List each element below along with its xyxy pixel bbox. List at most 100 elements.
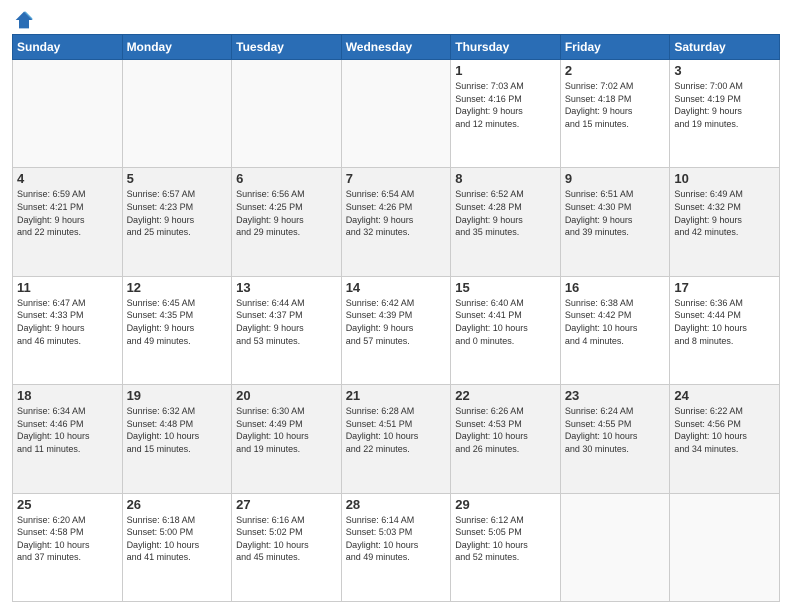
page: SundayMondayTuesdayWednesdayThursdayFrid… [0,0,792,612]
week-row-4: 25 Sunrise: 6:20 AM Sunset: 4:58 PM Dayli… [13,493,780,601]
calendar-cell: 8 Sunrise: 6:52 AM Sunset: 4:28 PM Daylig… [451,168,561,276]
calendar-cell: 11 Sunrise: 6:47 AM Sunset: 4:33 PM Dayli… [13,276,123,384]
day-info: Sunrise: 6:20 AM Sunset: 4:58 PM Dayligh… [17,514,118,564]
day-info: Sunrise: 6:22 AM Sunset: 4:56 PM Dayligh… [674,405,775,455]
day-info: Sunrise: 7:00 AM Sunset: 4:19 PM Dayligh… [674,80,775,130]
day-number: 8 [455,171,556,186]
header-row: SundayMondayTuesdayWednesdayThursdayFrid… [13,35,780,60]
header [12,10,780,26]
calendar-cell: 13 Sunrise: 6:44 AM Sunset: 4:37 PM Dayli… [232,276,342,384]
day-info: Sunrise: 6:28 AM Sunset: 4:51 PM Dayligh… [346,405,447,455]
day-info: Sunrise: 6:16 AM Sunset: 5:02 PM Dayligh… [236,514,337,564]
day-info: Sunrise: 6:32 AM Sunset: 4:48 PM Dayligh… [127,405,228,455]
day-number: 19 [127,388,228,403]
calendar-cell: 21 Sunrise: 6:28 AM Sunset: 4:51 PM Dayli… [341,385,451,493]
day-number: 12 [127,280,228,295]
day-info: Sunrise: 6:44 AM Sunset: 4:37 PM Dayligh… [236,297,337,347]
col-header-tuesday: Tuesday [232,35,342,60]
day-number: 16 [565,280,666,295]
day-info: Sunrise: 6:56 AM Sunset: 4:25 PM Dayligh… [236,188,337,238]
day-number: 10 [674,171,775,186]
calendar-cell: 25 Sunrise: 6:20 AM Sunset: 4:58 PM Dayli… [13,493,123,601]
day-info: Sunrise: 6:24 AM Sunset: 4:55 PM Dayligh… [565,405,666,455]
calendar-cell: 10 Sunrise: 6:49 AM Sunset: 4:32 PM Dayli… [670,168,780,276]
day-number: 7 [346,171,447,186]
day-number: 25 [17,497,118,512]
day-info: Sunrise: 6:34 AM Sunset: 4:46 PM Dayligh… [17,405,118,455]
day-info: Sunrise: 6:57 AM Sunset: 4:23 PM Dayligh… [127,188,228,238]
day-number: 5 [127,171,228,186]
calendar-cell: 12 Sunrise: 6:45 AM Sunset: 4:35 PM Dayli… [122,276,232,384]
day-info: Sunrise: 6:47 AM Sunset: 4:33 PM Dayligh… [17,297,118,347]
day-number: 22 [455,388,556,403]
calendar-cell: 2 Sunrise: 7:02 AM Sunset: 4:18 PM Daylig… [560,60,670,168]
calendar-cell: 3 Sunrise: 7:00 AM Sunset: 4:19 PM Daylig… [670,60,780,168]
calendar-cell: 16 Sunrise: 6:38 AM Sunset: 4:42 PM Dayli… [560,276,670,384]
day-number: 13 [236,280,337,295]
day-info: Sunrise: 6:12 AM Sunset: 5:05 PM Dayligh… [455,514,556,564]
col-header-thursday: Thursday [451,35,561,60]
day-number: 11 [17,280,118,295]
calendar-cell: 7Sunrise: 6:54 AM Sunset: 4:26 PM Daylig… [341,168,451,276]
week-row-3: 18 Sunrise: 6:34 AM Sunset: 4:46 PM Dayli… [13,385,780,493]
col-header-saturday: Saturday [670,35,780,60]
day-number: 24 [674,388,775,403]
calendar-cell [122,60,232,168]
calendar-cell [341,60,451,168]
col-header-sunday: Sunday [13,35,123,60]
week-row-1: 4 Sunrise: 6:59 AM Sunset: 4:21 PM Daylig… [13,168,780,276]
day-info: Sunrise: 7:03 AM Sunset: 4:16 PM Dayligh… [455,80,556,130]
day-info: Sunrise: 6:59 AM Sunset: 4:21 PM Dayligh… [17,188,118,238]
logo-icon [14,10,34,30]
calendar-cell: 23Sunrise: 6:24 AM Sunset: 4:55 PM Dayli… [560,385,670,493]
day-info: Sunrise: 6:26 AM Sunset: 4:53 PM Dayligh… [455,405,556,455]
day-info: Sunrise: 6:52 AM Sunset: 4:28 PM Dayligh… [455,188,556,238]
calendar-cell [670,493,780,601]
day-info: Sunrise: 6:30 AM Sunset: 4:49 PM Dayligh… [236,405,337,455]
day-number: 29 [455,497,556,512]
calendar-cell: 4 Sunrise: 6:59 AM Sunset: 4:21 PM Daylig… [13,168,123,276]
calendar-cell: 1 Sunrise: 7:03 AM Sunset: 4:16 PM Daylig… [451,60,561,168]
day-number: 17 [674,280,775,295]
day-number: 3 [674,63,775,78]
calendar-cell: 27 Sunrise: 6:16 AM Sunset: 5:02 PM Dayli… [232,493,342,601]
day-info: Sunrise: 6:18 AM Sunset: 5:00 PM Dayligh… [127,514,228,564]
calendar-cell: 29 Sunrise: 6:12 AM Sunset: 5:05 PM Dayli… [451,493,561,601]
day-number: 18 [17,388,118,403]
calendar-cell: 19 Sunrise: 6:32 AM Sunset: 4:48 PM Dayli… [122,385,232,493]
week-row-0: 1 Sunrise: 7:03 AM Sunset: 4:16 PM Daylig… [13,60,780,168]
calendar-cell: 6Sunrise: 6:56 AM Sunset: 4:25 PM Daylig… [232,168,342,276]
day-info: Sunrise: 6:40 AM Sunset: 4:41 PM Dayligh… [455,297,556,347]
day-info: Sunrise: 6:51 AM Sunset: 4:30 PM Dayligh… [565,188,666,238]
day-info: Sunrise: 7:02 AM Sunset: 4:18 PM Dayligh… [565,80,666,130]
calendar-cell: 18 Sunrise: 6:34 AM Sunset: 4:46 PM Dayli… [13,385,123,493]
day-info: Sunrise: 6:38 AM Sunset: 4:42 PM Dayligh… [565,297,666,347]
day-number: 4 [17,171,118,186]
logo [12,10,34,26]
calendar-cell [560,493,670,601]
calendar-cell: 5 Sunrise: 6:57 AM Sunset: 4:23 PM Daylig… [122,168,232,276]
calendar-cell [232,60,342,168]
col-header-monday: Monday [122,35,232,60]
day-number: 21 [346,388,447,403]
day-info: Sunrise: 6:49 AM Sunset: 4:32 PM Dayligh… [674,188,775,238]
calendar-cell: 9 Sunrise: 6:51 AM Sunset: 4:30 PM Daylig… [560,168,670,276]
day-number: 9 [565,171,666,186]
day-info: Sunrise: 6:36 AM Sunset: 4:44 PM Dayligh… [674,297,775,347]
calendar-cell: 28 Sunrise: 6:14 AM Sunset: 5:03 PM Dayli… [341,493,451,601]
calendar-cell: 20 Sunrise: 6:30 AM Sunset: 4:49 PM Dayli… [232,385,342,493]
calendar-cell [13,60,123,168]
day-number: 14 [346,280,447,295]
day-number: 1 [455,63,556,78]
day-info: Sunrise: 6:14 AM Sunset: 5:03 PM Dayligh… [346,514,447,564]
day-number: 20 [236,388,337,403]
col-header-wednesday: Wednesday [341,35,451,60]
calendar-cell: 22 Sunrise: 6:26 AM Sunset: 4:53 PM Dayli… [451,385,561,493]
day-number: 2 [565,63,666,78]
calendar-cell: 24 Sunrise: 6:22 AM Sunset: 4:56 PM Dayli… [670,385,780,493]
day-number: 27 [236,497,337,512]
calendar-cell: 14Sunrise: 6:42 AM Sunset: 4:39 PM Dayli… [341,276,451,384]
day-number: 28 [346,497,447,512]
calendar-cell: 15Sunrise: 6:40 AM Sunset: 4:41 PM Dayli… [451,276,561,384]
day-info: Sunrise: 6:45 AM Sunset: 4:35 PM Dayligh… [127,297,228,347]
